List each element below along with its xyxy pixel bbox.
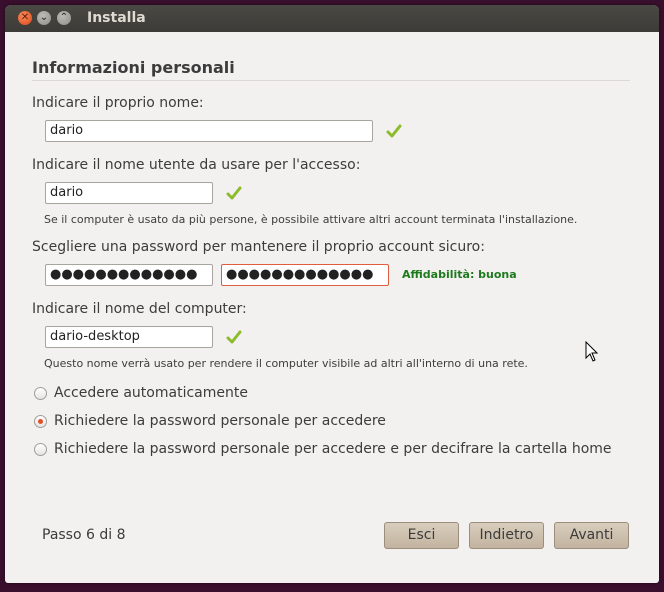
name-input[interactable]: dario <box>45 120 373 142</box>
back-button[interactable]: Indietro <box>469 522 544 549</box>
computer-hint: Questo nome verrà usato per rendere il c… <box>44 357 528 370</box>
check-icon <box>226 330 242 344</box>
username-label: Indicare il nome utente da usare per l'a… <box>32 157 361 173</box>
radio-auto-login-label[interactable]: Accedere automaticamente <box>54 385 248 401</box>
radio-auto-login[interactable] <box>34 387 47 400</box>
installer-window: ✕ ⌄ ⌃ Installa Informazioni personali In… <box>5 5 659 583</box>
close-icon[interactable]: ✕ <box>18 11 32 25</box>
quit-button[interactable]: Esci <box>384 522 459 549</box>
window-title: Installa <box>87 10 146 26</box>
titlebar: ✕ ⌄ ⌃ Installa <box>5 5 659 32</box>
minimize-icon[interactable]: ⌄ <box>37 11 51 25</box>
maximize-icon[interactable]: ⌃ <box>57 11 71 25</box>
radio-encrypt-home[interactable] <box>34 443 47 456</box>
computer-name-input[interactable]: dario-desktop <box>45 326 213 348</box>
password-strength: Affidabilità: buona <box>402 268 517 281</box>
section-separator <box>32 80 630 81</box>
mouse-cursor-icon <box>585 341 599 362</box>
computer-label: Indicare il nome del computer: <box>32 301 247 317</box>
password-label: Scegliere una password per mantenere il … <box>32 239 485 255</box>
forward-button[interactable]: Avanti <box>554 522 629 549</box>
username-hint: Se il computer è usato da più persone, è… <box>44 213 578 226</box>
radio-require-password-label[interactable]: Richiedere la password personale per acc… <box>54 413 386 429</box>
radio-require-password[interactable] <box>34 415 47 428</box>
username-input[interactable]: dario <box>45 182 213 204</box>
check-icon <box>226 186 242 200</box>
password-confirm-input[interactable]: ●●●●●●●●●●●●● <box>221 264 389 286</box>
name-label: Indicare il proprio nome: <box>32 95 204 111</box>
section-title: Informazioni personali <box>32 58 235 77</box>
password-input[interactable]: ●●●●●●●●●●●●● <box>45 264 213 286</box>
check-icon <box>386 124 402 138</box>
radio-encrypt-home-label[interactable]: Richiedere la password personale per acc… <box>54 441 612 457</box>
step-indicator: Passo 6 di 8 <box>42 527 126 543</box>
